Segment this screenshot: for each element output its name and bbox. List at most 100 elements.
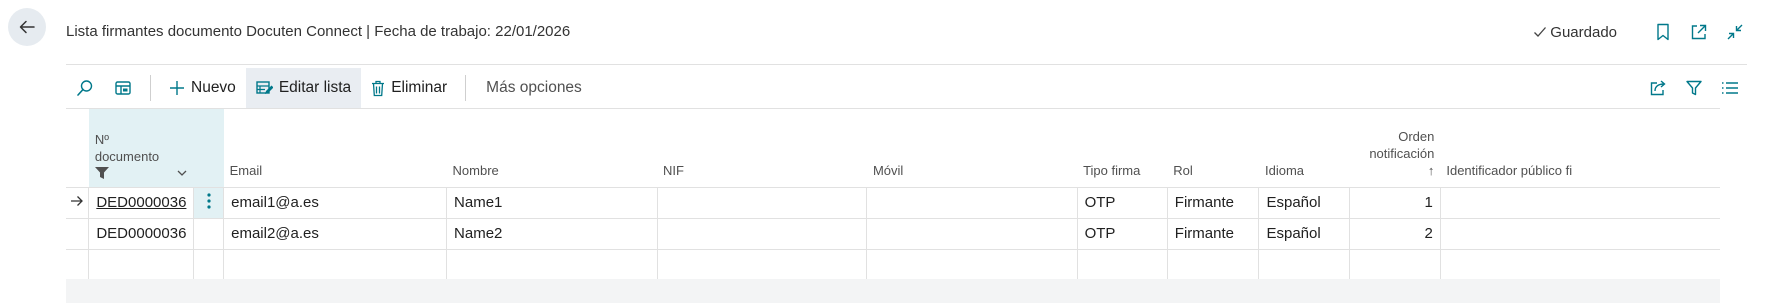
search-icon xyxy=(77,80,93,96)
row-menu-button[interactable] xyxy=(193,186,224,218)
filter-button[interactable] xyxy=(1683,77,1705,99)
cell-movil[interactable] xyxy=(866,217,1078,249)
cell-idioma[interactable]: Español xyxy=(1258,217,1350,249)
collapse-icon xyxy=(1727,24,1743,40)
cell-email[interactable]: email2@a.es xyxy=(223,217,447,249)
checkmark-icon xyxy=(1534,27,1547,37)
action-bar-right xyxy=(1647,77,1747,99)
cell-tipo-firma-empty[interactable] xyxy=(1076,248,1168,281)
orden-header-line1: Orden xyxy=(1398,128,1435,144)
more-vertical-icon xyxy=(207,192,211,209)
action-separator xyxy=(150,75,151,101)
column-header-doc-no[interactable]: Nº documento xyxy=(88,109,194,187)
cell-orden[interactable]: 2 xyxy=(1349,217,1441,249)
column-header-idioma[interactable]: Idioma xyxy=(1259,109,1350,187)
column-header-tipo-firma[interactable]: Tipo firma xyxy=(1077,109,1167,187)
row-indicator xyxy=(66,217,89,249)
signers-table: Nº documento Email Nombre NIF Móvil Tipo… xyxy=(66,108,1720,281)
action-separator-2 xyxy=(465,75,467,101)
column-header-email[interactable]: Email xyxy=(224,109,447,187)
header-actions: Guardado xyxy=(1532,20,1775,44)
row-indicator xyxy=(66,186,89,218)
cell-doc-no[interactable]: DED0000036 xyxy=(88,217,194,249)
chevron-down-icon[interactable] xyxy=(176,167,188,179)
open-in-new-window-icon xyxy=(1691,24,1707,40)
cell-email[interactable]: email1@a.es xyxy=(223,186,447,218)
arrow-left-icon xyxy=(19,20,35,34)
row-indicator xyxy=(66,248,89,281)
cell-nombre[interactable]: Name2 xyxy=(446,217,657,249)
list-view-icon xyxy=(1722,82,1738,94)
header-divider xyxy=(66,64,1747,65)
arrow-right-icon xyxy=(71,196,84,206)
doc-no-filter-row xyxy=(94,166,188,179)
doc-no-header-line2: documento xyxy=(94,148,160,164)
header-indicator xyxy=(66,109,89,187)
cell-rol[interactable]: Firmante xyxy=(1166,217,1259,249)
cell-movil[interactable] xyxy=(866,186,1078,218)
edit-list-label: Editar lista xyxy=(278,79,352,96)
cell-nif-empty[interactable] xyxy=(656,248,867,281)
cell-nombre-empty[interactable] xyxy=(446,248,657,281)
edit-list-button[interactable]: Editar lista xyxy=(245,68,362,108)
action-bar: Nuevo Editar lista Eliminar Más opciones xyxy=(66,68,1747,108)
header-row-menu xyxy=(193,109,224,187)
list-view-button[interactable] xyxy=(1719,77,1741,99)
cell-nombre[interactable]: Name1 xyxy=(446,186,657,218)
edit-list-icon xyxy=(256,81,273,94)
cell-rol[interactable]: Firmante xyxy=(1166,186,1259,218)
new-label: Nuevo xyxy=(191,79,236,96)
bookmark-icon xyxy=(1657,23,1669,41)
column-header-orden[interactable]: Orden notificación ↑ xyxy=(1350,109,1441,187)
table-row-empty[interactable] xyxy=(66,248,1720,281)
collapse-button[interactable] xyxy=(1725,22,1745,42)
table-footer xyxy=(66,279,1720,303)
page-title: Lista firmantes documento Docuten Connec… xyxy=(66,23,571,40)
cell-tipo-firma[interactable]: OTP xyxy=(1076,186,1168,218)
row-menu-cell[interactable] xyxy=(193,217,224,249)
cell-identificador-empty[interactable] xyxy=(1439,248,1720,281)
column-header-rol[interactable]: Rol xyxy=(1167,109,1259,187)
delete-label: Eliminar xyxy=(391,79,448,96)
plus-icon xyxy=(170,81,184,95)
trash-icon xyxy=(372,80,385,96)
cell-tipo-firma[interactable]: OTP xyxy=(1076,217,1168,249)
filter-icon xyxy=(1686,80,1702,96)
open-new-window-button[interactable] xyxy=(1689,22,1709,42)
cell-nif[interactable] xyxy=(656,186,867,218)
cell-orden[interactable]: 1 xyxy=(1349,186,1441,218)
saved-status: Guardado xyxy=(1532,24,1617,41)
column-header-identificador[interactable]: Identificador público fi xyxy=(1440,109,1720,187)
column-header-nombre[interactable]: Nombre xyxy=(447,109,657,187)
search-button[interactable] xyxy=(66,69,104,107)
sort-ascending-icon: ↑ xyxy=(1427,162,1435,178)
bookmark-button[interactable] xyxy=(1653,22,1673,42)
orden-header-line2: notificación xyxy=(1369,145,1435,161)
doc-no-header-line1: Nº xyxy=(94,131,109,147)
cell-idioma-empty[interactable] xyxy=(1258,248,1350,281)
cell-nif[interactable] xyxy=(656,217,867,249)
layout-button[interactable] xyxy=(104,69,142,107)
column-header-nif[interactable]: NIF xyxy=(657,109,867,187)
column-header-movil[interactable]: Móvil xyxy=(867,109,1077,187)
cell-idioma[interactable]: Español xyxy=(1258,186,1350,218)
cell-identificador[interactable] xyxy=(1439,186,1720,218)
cell-rol-empty[interactable] xyxy=(1166,248,1259,281)
table-row[interactable]: DED0000036 email1@a.es Name1 OTP Firmant… xyxy=(66,186,1720,218)
new-button[interactable]: Nuevo xyxy=(159,68,246,108)
cell-identificador[interactable] xyxy=(1439,217,1720,249)
layout-icon xyxy=(115,81,131,95)
cell-movil-empty[interactable] xyxy=(866,248,1078,281)
cell-doc-no-empty[interactable] xyxy=(88,248,194,281)
share-button[interactable] xyxy=(1647,77,1669,99)
filter-icon xyxy=(94,166,109,179)
row-menu-cell[interactable] xyxy=(193,248,224,281)
delete-button[interactable]: Eliminar xyxy=(361,68,457,108)
cell-doc-no[interactable]: DED0000036 xyxy=(88,186,194,218)
table-row[interactable]: DED0000036 email2@a.es Name2 OTP Firmant… xyxy=(66,217,1720,249)
saved-label: Guardado xyxy=(1550,23,1617,41)
cell-email-empty[interactable] xyxy=(223,248,447,281)
back-button[interactable] xyxy=(8,8,46,46)
cell-orden-empty[interactable] xyxy=(1349,248,1441,281)
more-options-button[interactable]: Más opciones xyxy=(474,79,592,97)
